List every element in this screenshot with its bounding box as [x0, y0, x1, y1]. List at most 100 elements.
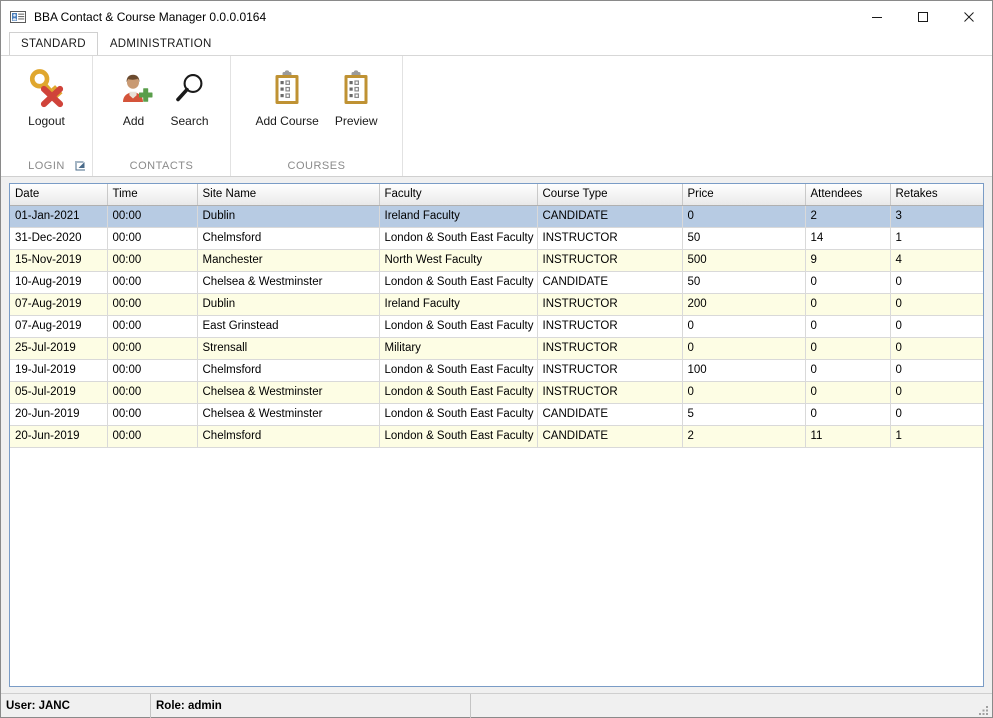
cell-time[interactable]: 00:00 [107, 227, 197, 249]
tab-standard[interactable]: STANDARD [9, 32, 98, 55]
cell-date[interactable]: 07-Aug-2019 [10, 293, 107, 315]
cell-attendees[interactable]: 2 [805, 205, 890, 227]
cell-faculty[interactable]: London & South East Faculty [379, 381, 537, 403]
table-row[interactable]: 20-Jun-201900:00Chelsea & WestminsterLon… [10, 403, 984, 425]
cell-attendees[interactable]: 0 [805, 381, 890, 403]
cell-retakes[interactable]: 0 [890, 403, 984, 425]
cell-price[interactable]: 100 [682, 359, 805, 381]
cell-date[interactable]: 07-Aug-2019 [10, 315, 107, 337]
cell-site-name[interactable]: East Grinstead [197, 315, 379, 337]
preview-button[interactable]: Preview [327, 62, 386, 128]
cell-faculty[interactable]: London & South East Faculty [379, 315, 537, 337]
logout-button[interactable]: Logout [17, 62, 77, 128]
cell-course-type[interactable]: CANDIDATE [537, 425, 682, 447]
cell-time[interactable]: 00:00 [107, 293, 197, 315]
cell-price[interactable]: 50 [682, 271, 805, 293]
cell-date[interactable]: 20-Jun-2019 [10, 425, 107, 447]
cell-price[interactable]: 0 [682, 381, 805, 403]
column-header-site-name[interactable]: Site Name [197, 184, 379, 205]
cell-site-name[interactable]: Chelmsford [197, 359, 379, 381]
cell-faculty[interactable]: London & South East Faculty [379, 425, 537, 447]
cell-faculty[interactable]: Military [379, 337, 537, 359]
cell-date[interactable]: 19-Jul-2019 [10, 359, 107, 381]
cell-course-type[interactable]: INSTRUCTOR [537, 249, 682, 271]
table-row[interactable]: 20-Jun-201900:00ChelmsfordLondon & South… [10, 425, 984, 447]
cell-attendees[interactable]: 11 [805, 425, 890, 447]
cell-site-name[interactable]: Chelsea & Westminster [197, 381, 379, 403]
cell-date[interactable]: 01-Jan-2021 [10, 205, 107, 227]
cell-price[interactable]: 200 [682, 293, 805, 315]
table-row[interactable]: 19-Jul-201900:00ChelmsfordLondon & South… [10, 359, 984, 381]
cell-retakes[interactable]: 0 [890, 315, 984, 337]
maximize-button[interactable] [900, 1, 946, 32]
table-row[interactable]: 05-Jul-201900:00Chelsea & WestminsterLon… [10, 381, 984, 403]
cell-course-type[interactable]: CANDIDATE [537, 403, 682, 425]
cell-site-name[interactable]: Dublin [197, 293, 379, 315]
cell-retakes[interactable]: 0 [890, 381, 984, 403]
column-header-attendees[interactable]: Attendees [805, 184, 890, 205]
cell-retakes[interactable]: 0 [890, 293, 984, 315]
resize-grip-icon[interactable] [977, 703, 989, 715]
cell-time[interactable]: 00:00 [107, 271, 197, 293]
column-header-price[interactable]: Price [682, 184, 805, 205]
cell-site-name[interactable]: Chelmsford [197, 227, 379, 249]
column-header-course-type[interactable]: Course Type [537, 184, 682, 205]
cell-course-type[interactable]: INSTRUCTOR [537, 359, 682, 381]
cell-faculty[interactable]: Ireland Faculty [379, 293, 537, 315]
table-row[interactable]: 01-Jan-202100:00DublinIreland FacultyCAN… [10, 205, 984, 227]
cell-faculty[interactable]: London & South East Faculty [379, 271, 537, 293]
cell-date[interactable]: 20-Jun-2019 [10, 403, 107, 425]
cell-course-type[interactable]: INSTRUCTOR [537, 381, 682, 403]
cell-time[interactable]: 00:00 [107, 205, 197, 227]
cell-date[interactable]: 05-Jul-2019 [10, 381, 107, 403]
cell-course-type[interactable]: CANDIDATE [537, 205, 682, 227]
cell-course-type[interactable]: INSTRUCTOR [537, 337, 682, 359]
cell-price[interactable]: 50 [682, 227, 805, 249]
cell-attendees[interactable]: 0 [805, 315, 890, 337]
column-header-time[interactable]: Time [107, 184, 197, 205]
cell-time[interactable]: 00:00 [107, 337, 197, 359]
cell-time[interactable]: 00:00 [107, 381, 197, 403]
cell-price[interactable]: 5 [682, 403, 805, 425]
cell-site-name[interactable]: Chelsea & Westminster [197, 271, 379, 293]
search-button[interactable]: Search [162, 62, 218, 128]
cell-attendees[interactable]: 0 [805, 271, 890, 293]
cell-time[interactable]: 00:00 [107, 315, 197, 337]
minimize-button[interactable] [854, 1, 900, 32]
column-header-faculty[interactable]: Faculty [379, 184, 537, 205]
cell-attendees[interactable]: 14 [805, 227, 890, 249]
cell-price[interactable]: 0 [682, 315, 805, 337]
cell-time[interactable]: 00:00 [107, 425, 197, 447]
cell-time[interactable]: 00:00 [107, 249, 197, 271]
table-row[interactable]: 10-Aug-201900:00Chelsea & WestminsterLon… [10, 271, 984, 293]
cell-site-name[interactable]: Strensall [197, 337, 379, 359]
cell-faculty[interactable]: London & South East Faculty [379, 227, 537, 249]
cell-retakes[interactable]: 1 [890, 425, 984, 447]
cell-course-type[interactable]: INSTRUCTOR [537, 315, 682, 337]
cell-date[interactable]: 10-Aug-2019 [10, 271, 107, 293]
cell-faculty[interactable]: Ireland Faculty [379, 205, 537, 227]
table-row[interactable]: 07-Aug-201900:00East GrinsteadLondon & S… [10, 315, 984, 337]
cell-retakes[interactable]: 0 [890, 337, 984, 359]
cell-retakes[interactable]: 0 [890, 271, 984, 293]
table-row[interactable]: 15-Nov-201900:00ManchesterNorth West Fac… [10, 249, 984, 271]
cell-date[interactable]: 25-Jul-2019 [10, 337, 107, 359]
cell-course-type[interactable]: INSTRUCTOR [537, 293, 682, 315]
cell-site-name[interactable]: Manchester [197, 249, 379, 271]
cell-price[interactable]: 500 [682, 249, 805, 271]
column-header-date[interactable]: Date [10, 184, 107, 205]
column-header-retakes[interactable]: Retakes [890, 184, 984, 205]
cell-attendees[interactable]: 0 [805, 293, 890, 315]
table-row[interactable]: 31-Dec-202000:00ChelmsfordLondon & South… [10, 227, 984, 249]
cell-faculty[interactable]: London & South East Faculty [379, 359, 537, 381]
cell-site-name[interactable]: Chelsea & Westminster [197, 403, 379, 425]
cell-date[interactable]: 31-Dec-2020 [10, 227, 107, 249]
cell-retakes[interactable]: 4 [890, 249, 984, 271]
cell-course-type[interactable]: INSTRUCTOR [537, 227, 682, 249]
cell-retakes[interactable]: 0 [890, 359, 984, 381]
table-row[interactable]: 25-Jul-201900:00StrensallMilitaryINSTRUC… [10, 337, 984, 359]
cell-site-name[interactable]: Chelmsford [197, 425, 379, 447]
dialog-launcher-icon[interactable] [75, 160, 86, 171]
cell-retakes[interactable]: 1 [890, 227, 984, 249]
courses-data-grid[interactable]: DateTimeSite NameFacultyCourse TypePrice… [9, 183, 984, 687]
